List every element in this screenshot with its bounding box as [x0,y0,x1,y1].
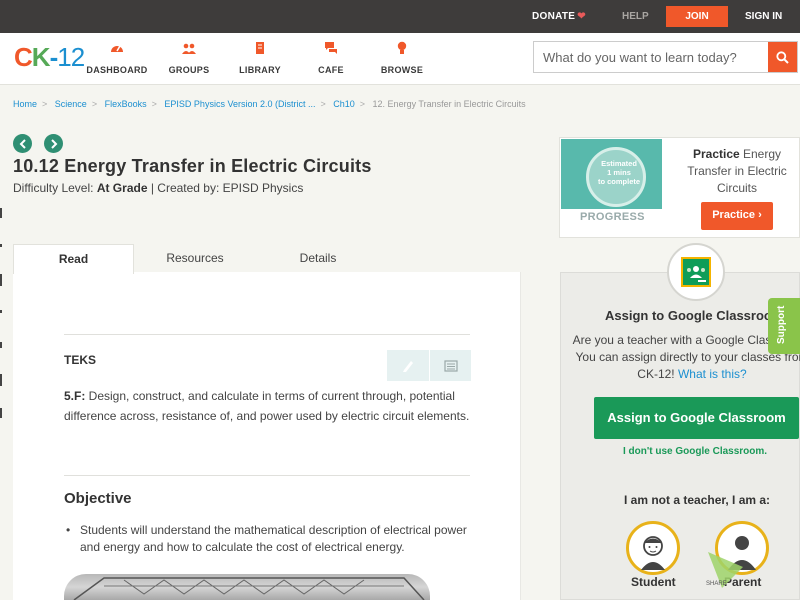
support-tab[interactable]: Support [768,298,800,354]
nav-library[interactable]: LIBRARY [220,41,300,75]
highlight-button[interactable] [387,350,429,381]
practice-widget: Estimated 1 mins to complete PROGRESS Prac… [559,137,800,238]
edge-mark [0,244,2,247]
practice-button[interactable]: Practice › [701,202,773,230]
nav-dashboard[interactable]: DASHBOARD [77,41,157,75]
breadcrumb-chapter[interactable]: Ch10 [333,99,355,109]
ck12-logo[interactable]: CK-12 [14,42,85,73]
what-is-this-link[interactable]: What is this? [678,367,747,381]
power-lines-image [73,577,425,600]
previous-lesson-button[interactable] [13,134,32,153]
student-avatar-icon [641,536,665,570]
breadcrumb-book[interactable]: EPISD Physics Version 2.0 (District ... [164,99,315,109]
notes-button[interactable] [429,350,471,381]
progress-thumbnail: Estimated 1 mins to complete [561,139,662,209]
search-box [533,41,798,73]
main-header: CK-12 DASHBOARD GROUPS LIBRARY CAFE BROW… [0,33,800,85]
sign-in-link[interactable]: SIGN IN [745,11,782,22]
teks-text: 5.F: Design, construct, and calculate in… [64,389,470,423]
assign-classroom-button[interactable]: Assign to Google Classroom [594,397,799,439]
donate-label[interactable]: DONATE [532,11,575,22]
breadcrumb: Home > Science > FlexBooks > EPISD Physics … [13,99,526,109]
page-title: 10.12 Energy Transfer in Electric Circui… [13,156,372,176]
pencil-icon [403,360,413,372]
practice-title: Practice Energy Transfer in Electric Cir… [687,147,787,195]
help-link[interactable]: HELP [622,11,649,22]
annotation-toolbar [387,350,471,381]
tab-read[interactable]: Read [13,244,134,274]
breadcrumb-flexbooks[interactable]: FlexBooks [105,99,147,109]
search-input[interactable] [534,42,764,72]
breadcrumb-home[interactable]: Home [13,99,37,109]
browse-lightbulb-icon [397,41,407,54]
chevron-left-icon [19,138,26,149]
chevron-right-icon [50,138,57,149]
classroom-title: Assign to Google Classroom [605,308,784,323]
library-book-icon [256,42,264,54]
edge-mark [0,408,2,418]
classroom-description: Are you a teacher with a Google Classroo… [572,333,800,381]
next-lesson-button[interactable] [44,134,63,153]
share-label: SHARE [706,581,727,587]
progress-label: PROGRESS [580,211,645,223]
nav-groups[interactable]: GROUPS [149,41,229,75]
top-bar: DONATE ❤ HELP JOIN SIGN IN [0,0,800,33]
search-icon [776,50,789,64]
edge-mark [0,208,2,218]
edge-mark [0,374,2,386]
notes-icon [443,359,458,372]
edge-mark [0,310,2,313]
decline-classroom-link[interactable]: I don't use Google Classroom. [623,446,767,457]
tab-resources[interactable]: Resources [135,244,255,274]
divider [64,334,470,335]
objective-heading: Objective [64,490,132,507]
search-button[interactable] [768,42,797,72]
not-teacher-label: I am not a teacher, I am a: [624,493,771,507]
donate-link[interactable]: DONATE ❤ [532,11,586,22]
nav-cafe[interactable]: CAFE [291,41,371,75]
chevron-right-icon: › [758,209,762,221]
cafe-chat-icon [325,42,337,54]
nav-browse[interactable]: BROWSE [362,41,442,75]
objective-item: Students will understand the mathematica… [66,522,475,556]
student-role-button[interactable] [626,521,680,575]
join-button[interactable]: JOIN [666,6,728,27]
google-classroom-logo [667,243,725,301]
google-classroom-icon [681,257,711,287]
lesson-image [64,574,430,600]
divider [64,475,470,476]
edge-mark [0,274,2,286]
student-label: Student [631,575,676,589]
groups-people-icon [182,43,196,54]
dashboard-gauge-icon [111,45,123,52]
heart-icon: ❤ [577,11,586,22]
teks-heading: TEKS [64,353,97,367]
edge-mark [0,342,2,348]
progress-ring: Estimated 1 mins to complete [586,147,646,207]
breadcrumb-science[interactable]: Science [55,99,87,109]
difficulty-info: Difficulty Level: At Grade | Created by:… [13,181,304,195]
tab-details[interactable]: Details [258,244,378,274]
breadcrumb-current: 12. Energy Transfer in Electric Circuits [372,99,526,109]
